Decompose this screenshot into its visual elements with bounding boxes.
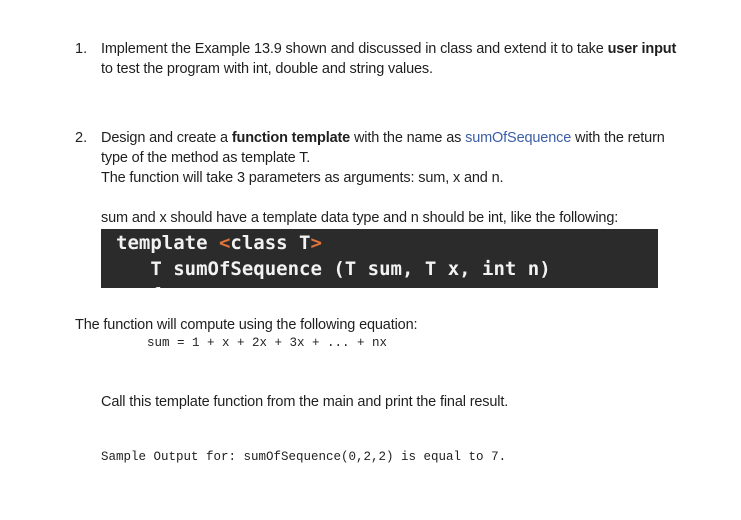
item-2-text-mid: with the name as — [350, 130, 466, 146]
code-snippet: template <class T> T sumOfSequence (T su… — [101, 229, 658, 288]
equation-intro: The function will compute using the foll… — [75, 317, 418, 333]
class-t: class T — [230, 232, 311, 254]
item-1-line-1: Implement the Example 13.9 shown and dis… — [101, 39, 676, 59]
item-2-line-2: type of the method as template T. — [101, 150, 311, 166]
item-2-text-pre: Design and create a — [101, 130, 232, 146]
item-1-text: Implement the Example 13.9 shown and dis… — [101, 41, 608, 57]
item-1-number: 1. — [75, 41, 88, 57]
item-1-line-2: to test the program with int, double and… — [101, 61, 433, 77]
call-instruction: Call this template function from the mai… — [101, 394, 509, 410]
item-2-line-1: Design and create a function template wi… — [101, 128, 665, 148]
sum-of-sequence-link[interactable]: sumOfSequence — [465, 130, 571, 146]
code-line-3-partial: { — [116, 283, 161, 288]
function-template-emphasis: function template — [231, 130, 351, 146]
item-2-line-4: sum and x should have a template data ty… — [101, 210, 619, 226]
code-line-2: T sumOfSequence (T sum, T x, int n) — [116, 258, 551, 280]
assignment-document: 1. Implement the Example 13.9 shown and … — [0, 0, 741, 520]
item-2-number: 2. — [75, 130, 88, 146]
template-keyword: template — [116, 232, 219, 254]
user-input-emphasis: user input — [607, 41, 677, 57]
code-line-1: template <class T> — [116, 231, 322, 255]
sample-output: Sample Output for: sumOfSequence(0,2,2) … — [101, 450, 507, 464]
item-2-text-post: with the return — [571, 130, 665, 146]
item-2-line-3: The function will take 3 parameters as a… — [101, 170, 504, 186]
angle-bracket-close: > — [310, 232, 322, 254]
angle-bracket-open: < — [218, 232, 231, 254]
equation: sum = 1 + x + 2x + 3x + ... + nx — [147, 336, 388, 350]
